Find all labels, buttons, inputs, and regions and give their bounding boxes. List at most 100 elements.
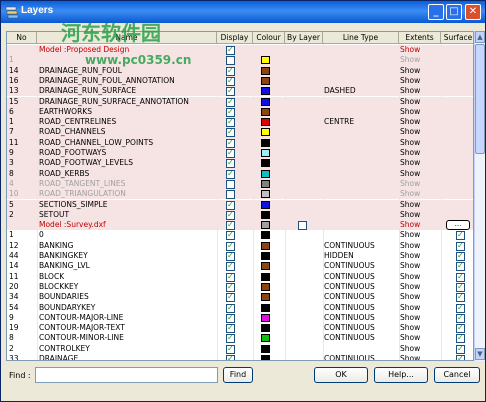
extents-value[interactable]: Show (400, 66, 420, 76)
display-checkbox[interactable] (226, 148, 235, 158)
colour-swatch[interactable] (261, 282, 270, 291)
line-type[interactable]: CONTINUOUS (324, 241, 375, 251)
by-layer-checkbox[interactable] (298, 221, 307, 231)
colour-swatch[interactable] (261, 221, 270, 230)
display-checkbox[interactable] (226, 220, 235, 231)
layer-row[interactable]: 20 BLOCKKEY CONTINUOUS Show (7, 282, 473, 292)
colour-swatch[interactable] (261, 97, 270, 106)
display-checkbox[interactable] (226, 107, 235, 117)
extents-value[interactable]: Show (400, 292, 420, 302)
extents-value[interactable]: Show (400, 148, 420, 158)
line-type[interactable]: DASHED (324, 86, 356, 96)
layer-row[interactable]: 2 CONTROLKEY Show (7, 344, 473, 354)
colour-swatch[interactable] (261, 293, 270, 302)
display-checkbox[interactable] (226, 117, 235, 128)
layer-row[interactable]: 8 ROAD_KERBS Show (7, 168, 473, 179)
extents-value[interactable]: Show (400, 76, 420, 86)
line-type[interactable]: CONTINUOUS (324, 354, 375, 360)
extents-value[interactable]: Show (400, 117, 420, 127)
surface-checkbox[interactable] (456, 292, 465, 303)
extents-value[interactable]: Show (400, 45, 420, 55)
layer-row[interactable]: 4 ROAD_TANGENT_LINES Show (7, 178, 473, 190)
colour-swatch[interactable] (261, 118, 270, 127)
colour-swatch[interactable] (261, 334, 270, 343)
line-type[interactable]: CONTINUOUS (324, 272, 375, 282)
extents-value[interactable]: Show (400, 344, 420, 354)
surface-checkbox[interactable] (456, 333, 465, 344)
display-checkbox[interactable] (226, 210, 235, 220)
layer-row[interactable]: 9 ROAD_FOOTWAYS Show (7, 148, 473, 159)
layer-row[interactable]: 1 0 Show (7, 230, 473, 241)
header-colour[interactable]: Colour (253, 32, 285, 44)
display-checkbox[interactable] (226, 241, 235, 251)
extents-value[interactable]: Show (400, 210, 420, 220)
extents-value[interactable]: Show (400, 86, 420, 96)
colour-swatch[interactable] (261, 303, 270, 312)
extents-value[interactable]: Show (400, 303, 420, 313)
extents-value[interactable]: Show (400, 230, 420, 240)
header-line-type[interactable]: Line Type (323, 32, 399, 44)
extents-value[interactable]: Show (400, 282, 420, 292)
surface-checkbox[interactable] (456, 241, 465, 251)
display-checkbox[interactable] (226, 200, 235, 210)
display-checkbox[interactable] (226, 230, 235, 241)
display-checkbox[interactable] (226, 333, 235, 344)
layer-row[interactable]: 10 ROAD_TRIANGULATION Show (7, 189, 473, 200)
extents-value[interactable]: Show (400, 200, 420, 210)
display-checkbox[interactable] (226, 251, 235, 261)
display-checkbox[interactable] (226, 66, 235, 76)
display-checkbox[interactable] (226, 45, 235, 55)
colour-swatch[interactable] (261, 128, 270, 137)
colour-swatch[interactable] (261, 272, 270, 281)
minimize-button[interactable]: _ (428, 4, 444, 20)
scroll-up-icon[interactable]: ▲ (475, 31, 485, 43)
colour-swatch[interactable] (261, 210, 270, 219)
display-checkbox[interactable] (226, 323, 235, 334)
colour-swatch[interactable] (261, 76, 270, 85)
layer-row[interactable]: 1 Show (7, 55, 473, 66)
close-button[interactable]: ✕ (465, 4, 481, 20)
colour-swatch[interactable] (261, 107, 270, 116)
colour-swatch[interactable] (261, 200, 270, 209)
layer-row[interactable]: 14 BANKING_LVL CONTINUOUS Show (7, 261, 473, 272)
colour-swatch[interactable] (261, 190, 270, 199)
layer-row[interactable]: 13 DRAINAGE_RUN_SURFACE DASHED Show (7, 86, 473, 97)
extents-value[interactable]: Show (400, 354, 420, 360)
extents-value[interactable]: Show (400, 333, 420, 343)
cancel-button[interactable]: Cancel (434, 367, 480, 383)
extents-value[interactable]: Show (400, 55, 420, 65)
surface-checkbox[interactable] (456, 230, 465, 241)
colour-swatch[interactable] (261, 252, 270, 260)
scroll-down-icon[interactable]: ▼ (475, 348, 485, 360)
extents-value[interactable]: Show (400, 97, 420, 107)
header-name[interactable]: Name (37, 32, 217, 44)
surface-checkbox[interactable] (456, 303, 465, 313)
find-button[interactable]: Find (223, 367, 253, 383)
display-checkbox[interactable] (226, 261, 235, 272)
surface-checkbox[interactable] (456, 313, 465, 323)
layer-row[interactable]: 2 SETOUT Show (7, 209, 473, 221)
extents-value[interactable]: Show (400, 313, 420, 323)
colour-swatch[interactable] (261, 241, 270, 250)
display-checkbox[interactable] (226, 169, 235, 179)
layer-row[interactable]: 19 CONTOUR-MAJOR-TEXT CONTINUOUS Show (7, 323, 473, 334)
display-checkbox[interactable] (226, 56, 235, 66)
display-checkbox[interactable] (226, 138, 235, 148)
line-type[interactable]: CONTINUOUS (324, 303, 375, 313)
line-type[interactable]: CONTINUOUS (324, 323, 375, 333)
extents-value[interactable]: Show (400, 251, 420, 261)
vertical-scrollbar[interactable]: ▲ ▼ (474, 31, 485, 361)
extents-value[interactable]: Show (400, 220, 420, 230)
surface-checkbox[interactable] (456, 323, 465, 334)
display-checkbox[interactable] (226, 179, 235, 189)
surface-checkbox[interactable] (456, 251, 465, 261)
line-type[interactable]: CONTINUOUS (324, 313, 375, 323)
maximize-button[interactable]: □ (446, 4, 462, 20)
layer-row[interactable]: 5 SECTIONS_SIMPLE Show (7, 199, 473, 210)
colour-swatch[interactable] (261, 87, 270, 96)
colour-swatch[interactable] (261, 169, 270, 178)
line-type[interactable]: CONTINUOUS (324, 261, 375, 271)
extents-value[interactable]: Show (400, 158, 420, 168)
layer-row[interactable]: 11 ROAD_CHANNEL_LOW_POINTS Show (7, 137, 473, 148)
layer-row[interactable]: 3 ROAD_FOOTWAY_LEVELS Show (7, 158, 473, 169)
